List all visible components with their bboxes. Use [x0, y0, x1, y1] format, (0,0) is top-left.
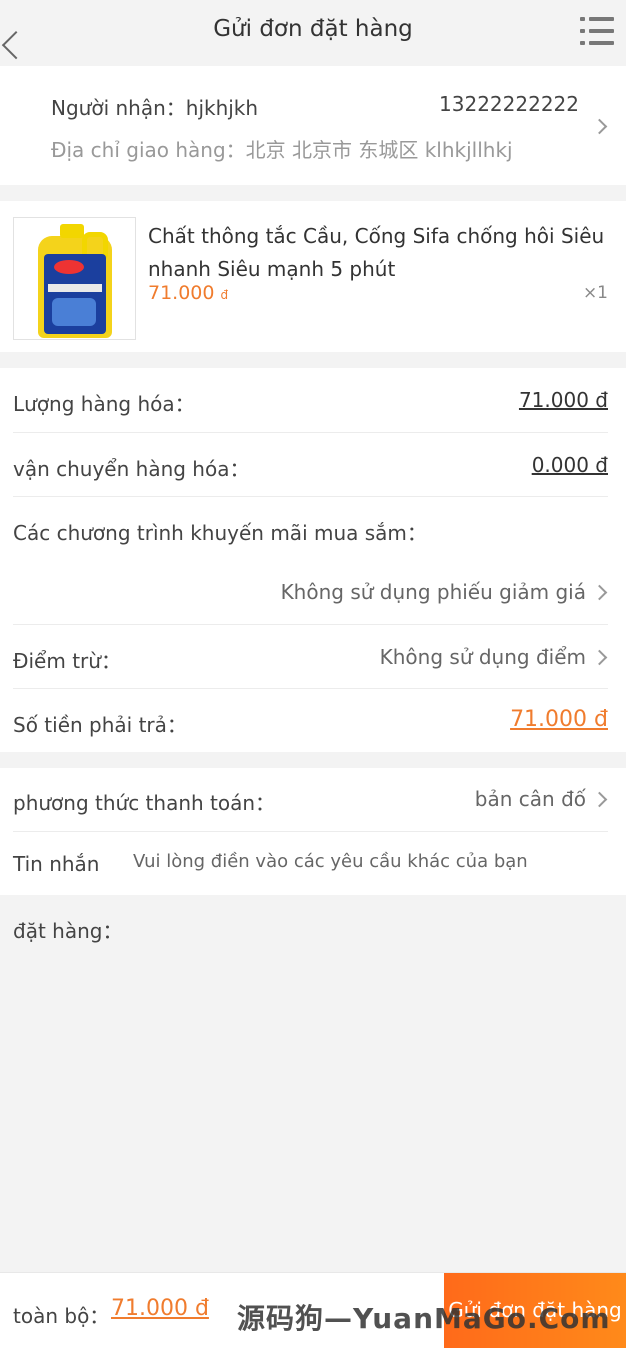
order-note-label: đặt hàng： [13, 919, 123, 943]
product-quantity: ×1 [582, 283, 608, 303]
recipient-phone: 13222222222 [439, 92, 579, 116]
total-label: toàn bộ： [13, 1304, 110, 1328]
goods-amount-label: Lượng hàng hóa： [13, 392, 195, 416]
shipping-fee-value: 0.000 đ [531, 453, 608, 477]
shipping-fee-label: vận chuyển hàng hóa： [13, 457, 250, 481]
top-bar: Gửi đơn đặt hàng [0, 0, 626, 64]
coupon-select[interactable]: Không sử dụng phiếu giảm giá [281, 580, 586, 604]
divider [13, 496, 608, 497]
payable-value: 71.000 đ [510, 707, 608, 732]
watermark: 源码狗—YuanMaGo.Com [237, 1302, 611, 1335]
promotions-label: Các chương trình khuyến mãi mua sắm： [13, 521, 427, 545]
order-summary [0, 368, 626, 752]
payment-method-label: phương thức thanh toán： [13, 791, 276, 815]
page-title: Gửi đơn đặt hàng [213, 16, 413, 42]
points-select[interactable]: Không sử dụng điểm [380, 645, 586, 669]
menu-icon[interactable] [580, 17, 614, 45]
divider [13, 831, 608, 832]
goods-amount-value: 71.000 đ [518, 388, 608, 412]
points-label: Điểm trừ： [13, 649, 121, 673]
divider [13, 624, 608, 625]
product-price: 71.000 đ [148, 282, 229, 304]
message-label: Tin nhắn [13, 852, 100, 876]
recipient-name: Người nhận：hjkhjkh [51, 96, 259, 120]
product-image[interactable] [13, 217, 136, 340]
shipping-address-card[interactable] [0, 66, 626, 185]
divider [13, 432, 608, 433]
payment-method-select[interactable]: bản cân đố [475, 787, 586, 811]
product-bottle-icon [30, 224, 120, 338]
payable-label: Số tiền phải trả： [13, 713, 187, 737]
shipping-address: Địa chỉ giao hàng：北京 北京市 东城区 klhkjllhkj [51, 138, 513, 162]
total-value: 71.000 đ [111, 1296, 209, 1321]
message-input[interactable]: Vui lòng điền vào các yêu cầu khác của b… [133, 851, 528, 872]
product-name[interactable]: Chất thông tắc Cầu, Cống Sifa chống hôi … [148, 220, 614, 286]
divider [13, 688, 608, 689]
